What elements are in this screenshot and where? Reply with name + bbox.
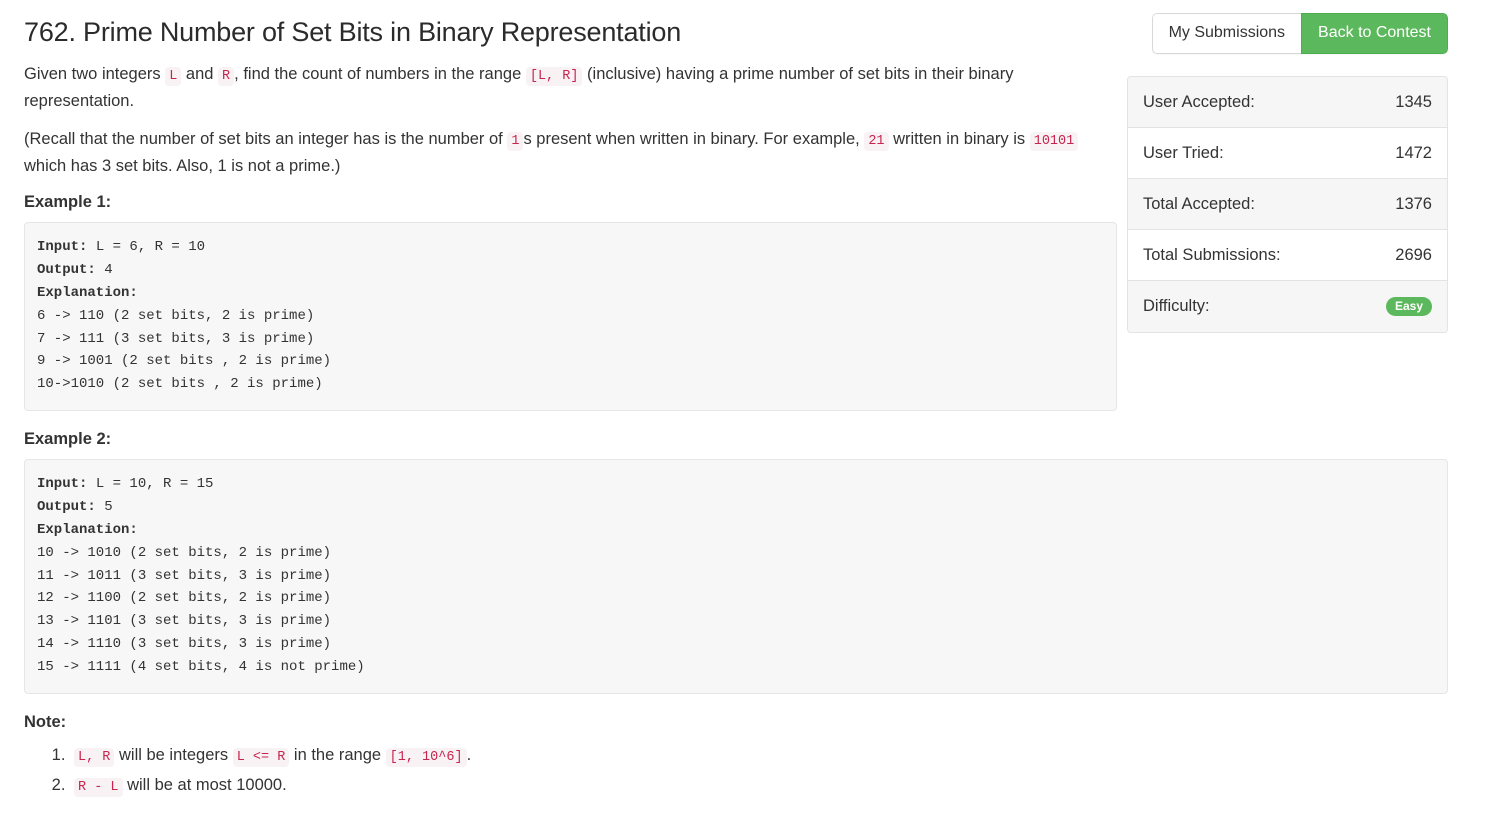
- stats-value: 1345: [1395, 92, 1432, 111]
- inline-code-10101: 10101: [1029, 132, 1079, 151]
- note1-text-2: in the range: [289, 746, 386, 765]
- stats-value: 1376: [1395, 194, 1432, 213]
- desc2-text-2: s present when written in binary. For ex…: [523, 130, 865, 148]
- difficulty-badge: Easy: [1385, 297, 1432, 316]
- inline-code-one: 1: [507, 132, 524, 151]
- example-2-input-label: Input:: [37, 476, 88, 493]
- stats-row-total-submissions: Total Submissions: 2696: [1128, 230, 1447, 281]
- note1-text-3: .: [466, 746, 472, 765]
- description-paragraph-2: (Recall that the number of set bits an i…: [24, 127, 1117, 179]
- desc1-text-3: , find the count of numbers in the range: [234, 65, 526, 83]
- example-1-explanation-line: 6 -> 110 (2 set bits, 2 is prime): [37, 307, 315, 324]
- stats-label: Total Accepted:: [1143, 194, 1255, 213]
- example-2-code-block: Input: L = 10, R = 15 Output: 5 Explanat…: [24, 459, 1448, 694]
- example-1-output-label: Output:: [37, 262, 96, 279]
- example-2-explanation-line: 12 -> 1100 (2 set bits, 2 is prime): [37, 590, 332, 607]
- example-2-input-value: L = 10, R = 15: [87, 476, 214, 493]
- desc2-text-3: written in binary is: [888, 130, 1030, 148]
- desc1-text-1: Given two integers: [24, 65, 166, 83]
- stats-row-user-accepted: User Accepted: 1345: [1128, 77, 1447, 128]
- note-list-item: R - L will be at most 10000.: [70, 772, 1476, 801]
- example-1-explanation-line: 9 -> 1001 (2 set bits , 2 is prime): [37, 353, 332, 370]
- stats-label: User Accepted:: [1143, 92, 1255, 111]
- back-to-contest-button[interactable]: Back to Contest: [1301, 13, 1448, 54]
- page-header: 762. Prime Number of Set Bits in Binary …: [0, 0, 1500, 62]
- stats-row-total-accepted: Total Accepted: 1376: [1128, 179, 1447, 230]
- inline-code-L: L: [165, 67, 182, 86]
- note-list: L, R will be integers L <= R in the rang…: [24, 742, 1476, 801]
- inline-code-L-R: L, R: [74, 748, 115, 768]
- example-2-explanation-line: 15 -> 1111 (4 set bits, 4 is not prime): [37, 658, 365, 675]
- page-title: 762. Prime Number of Set Bits in Binary …: [24, 17, 682, 47]
- inline-code-21: 21: [864, 132, 889, 151]
- example-2-output-value: 5: [95, 499, 113, 516]
- inline-code-L-lte-R: L <= R: [232, 748, 290, 768]
- inline-code-R: R: [218, 67, 235, 86]
- problem-page: 762. Prime Number of Set Bits in Binary …: [0, 0, 1500, 833]
- stats-value: 1472: [1395, 143, 1432, 162]
- example-1-explanation-line: 7 -> 111 (3 set bits, 3 is prime): [37, 330, 315, 347]
- stats-value: 2696: [1395, 245, 1432, 264]
- inline-code-R-minus-L: R - L: [74, 778, 123, 798]
- difficulty-label: Difficulty:: [1143, 297, 1210, 315]
- header-button-group: My Submissions Back to Contest: [1151, 13, 1448, 54]
- description-paragraph-1: Given two integers L and R, find the cou…: [24, 62, 1117, 114]
- stats-row-difficulty: Difficulty: Easy: [1128, 281, 1447, 332]
- note-list-item: L, R will be integers L <= R in the rang…: [70, 742, 1476, 771]
- example-2-explanation-line: 13 -> 1101 (3 set bits, 3 is prime): [37, 613, 332, 630]
- example-1-input-label: Input:: [37, 239, 88, 256]
- example-2-explanation-line: 10 -> 1010 (2 set bits, 2 is prime): [37, 544, 332, 561]
- desc2-text-1: (Recall that the number of set bits an i…: [24, 130, 508, 148]
- example-1-input-value: L = 6, R = 10: [87, 239, 206, 256]
- example-2-explanation-label: Explanation:: [37, 522, 138, 539]
- example-1-code-block: Input: L = 6, R = 10 Output: 4 Explanati…: [24, 222, 1117, 412]
- stats-row-user-tried: User Tried: 1472: [1128, 128, 1447, 179]
- problem-description: Given two integers L and R, find the cou…: [24, 62, 1117, 179]
- inline-code-range-limit: [1, 10^6]: [385, 748, 467, 768]
- example-2-output-label: Output:: [37, 499, 96, 516]
- example-2-explanation-line: 14 -> 1110 (3 set bits, 3 is prime): [37, 636, 332, 653]
- example-1-explanation-line: 10->1010 (2 set bits , 2 is prime): [37, 376, 323, 393]
- example-2-explanation-line: 11 -> 1011 (3 set bits, 3 is prime): [37, 567, 332, 584]
- example-1-output-value: 4: [95, 262, 113, 279]
- note-heading: Note:: [24, 712, 67, 731]
- my-submissions-button[interactable]: My Submissions: [1151, 13, 1302, 54]
- inline-code-range: [L, R]: [525, 67, 583, 86]
- example-2-heading: Example 2:: [24, 430, 112, 449]
- stats-label: User Tried:: [1143, 143, 1224, 162]
- note2-text-1: will be at most 10000.: [122, 776, 287, 795]
- desc2-text-4: which has 3 set bits. Also, 1 is not a p…: [24, 157, 341, 175]
- note1-text-1: will be integers: [114, 746, 233, 765]
- example-1-explanation-label: Explanation:: [37, 285, 138, 302]
- stats-label: Total Submissions:: [1143, 245, 1281, 264]
- stats-panel: User Accepted: 1345 User Tried: 1472 Tot…: [1127, 76, 1448, 333]
- desc1-text-2: and: [181, 65, 219, 83]
